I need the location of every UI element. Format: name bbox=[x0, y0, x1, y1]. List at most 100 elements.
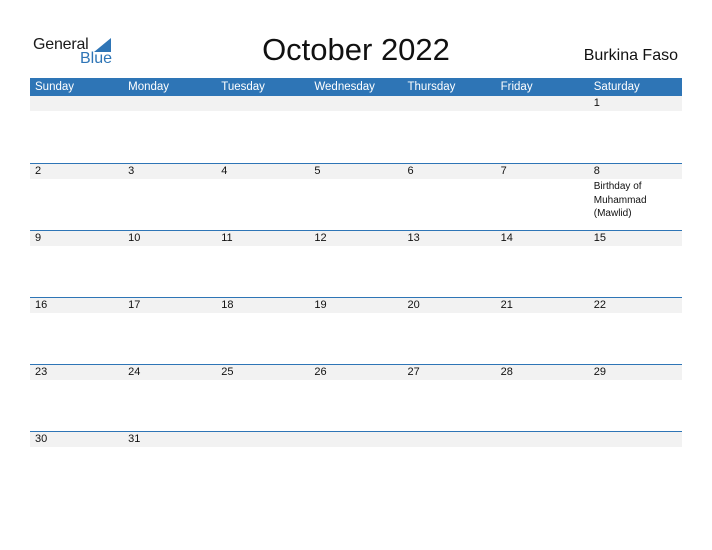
day-number: 10 bbox=[128, 232, 141, 244]
weekday-header: Sunday Monday Tuesday Wednesday Thursday… bbox=[30, 78, 682, 96]
day-cell: 24 bbox=[123, 365, 217, 431]
week-row: 16 17 18 19 20 21 22 bbox=[30, 297, 682, 364]
day-cell: 5 bbox=[309, 164, 403, 230]
day-cell: 30 bbox=[30, 432, 124, 498]
day-cell-band bbox=[216, 432, 310, 447]
day-cell: 22 bbox=[588, 298, 682, 364]
day-cell-band bbox=[495, 432, 589, 447]
holiday-event: Birthday of Muhammad (Mawlid) bbox=[593, 181, 647, 219]
day-cell-band bbox=[588, 432, 682, 447]
calendar-grid: 1 2 3 4 5 6 7 8 Birthday of Muhammad (Mawlid) 9 10… bbox=[30, 96, 682, 498]
day-cell-band bbox=[309, 96, 403, 111]
day-number: 1 bbox=[593, 97, 600, 109]
day-cell bbox=[588, 432, 682, 498]
day-cell: 12 bbox=[309, 231, 403, 297]
day-number: 9 bbox=[35, 232, 42, 244]
day-cell-band bbox=[402, 164, 496, 179]
week-row: 30 31 bbox=[30, 431, 682, 498]
day-number: 8 bbox=[593, 165, 600, 177]
day-cell: 17 bbox=[123, 298, 217, 364]
day-number: 20 bbox=[407, 299, 420, 311]
weekday-saturday: Saturday bbox=[593, 81, 640, 93]
weekday-thursday: Thursday bbox=[407, 81, 456, 93]
day-cell bbox=[402, 432, 496, 498]
day-cell: 26 bbox=[309, 365, 403, 431]
day-number: 25 bbox=[221, 366, 234, 378]
day-number: 11 bbox=[221, 232, 233, 244]
day-cell bbox=[309, 96, 403, 163]
day-cell bbox=[402, 96, 496, 163]
country-label: Burkina Faso bbox=[583, 47, 678, 64]
day-cell-band bbox=[402, 96, 496, 111]
day-cell: 10 bbox=[123, 231, 217, 297]
day-cell: 8 Birthday of Muhammad (Mawlid) bbox=[588, 164, 682, 230]
day-number: 22 bbox=[593, 299, 606, 311]
day-cell: 27 bbox=[402, 365, 496, 431]
day-number: 14 bbox=[500, 232, 513, 244]
day-cell: 31 bbox=[123, 432, 217, 498]
weekday-friday: Friday bbox=[500, 81, 533, 93]
day-number: 28 bbox=[500, 366, 513, 378]
day-number: 5 bbox=[314, 165, 321, 177]
day-cell-band bbox=[588, 96, 682, 111]
day-cell bbox=[216, 96, 310, 163]
week-row: 1 bbox=[30, 96, 682, 163]
day-cell-band bbox=[123, 164, 217, 179]
day-cell: 7 bbox=[495, 164, 589, 230]
day-number: 18 bbox=[221, 299, 234, 311]
day-cell bbox=[309, 432, 403, 498]
day-number: 13 bbox=[407, 232, 420, 244]
day-number: 17 bbox=[128, 299, 141, 311]
day-number: 6 bbox=[407, 165, 414, 177]
day-cell: 3 bbox=[123, 164, 217, 230]
day-number: 16 bbox=[35, 299, 48, 311]
day-cell bbox=[123, 96, 217, 163]
day-cell: 28 bbox=[495, 365, 589, 431]
day-number: 12 bbox=[314, 232, 327, 244]
day-cell: 29 bbox=[588, 365, 682, 431]
day-number: 7 bbox=[500, 165, 507, 177]
week-row: 23 24 25 26 27 28 29 bbox=[30, 364, 682, 431]
day-cell: 4 bbox=[216, 164, 310, 230]
day-cell bbox=[495, 96, 589, 163]
day-number: 30 bbox=[35, 433, 48, 445]
day-number: 15 bbox=[593, 232, 606, 244]
day-cell: 16 bbox=[30, 298, 124, 364]
day-cell-band bbox=[30, 231, 124, 246]
day-number: 4 bbox=[221, 165, 228, 177]
day-cell bbox=[216, 432, 310, 498]
day-cell: 14 bbox=[495, 231, 589, 297]
day-cell: 25 bbox=[216, 365, 310, 431]
day-cell: 6 bbox=[402, 164, 496, 230]
weekday-sunday: Sunday bbox=[35, 81, 75, 93]
day-number: 26 bbox=[314, 366, 327, 378]
day-cell: 20 bbox=[402, 298, 496, 364]
day-cell: 15 bbox=[588, 231, 682, 297]
day-cell-band bbox=[123, 96, 217, 111]
day-number: 24 bbox=[128, 366, 141, 378]
day-number: 27 bbox=[407, 366, 420, 378]
day-cell-band bbox=[588, 164, 682, 179]
day-cell bbox=[30, 96, 124, 163]
day-number: 23 bbox=[35, 366, 48, 378]
day-number: 29 bbox=[593, 366, 606, 378]
day-number: 19 bbox=[314, 299, 327, 311]
day-number: 2 bbox=[35, 165, 42, 177]
day-cell bbox=[495, 432, 589, 498]
day-number: 3 bbox=[128, 165, 135, 177]
week-row: 9 10 11 12 13 14 15 bbox=[30, 230, 682, 297]
day-cell: 1 bbox=[588, 96, 682, 163]
weekday-tuesday: Tuesday bbox=[221, 81, 265, 93]
day-cell-band bbox=[216, 164, 310, 179]
day-cell: 21 bbox=[495, 298, 589, 364]
day-cell-band bbox=[495, 96, 589, 111]
day-cell-band bbox=[495, 164, 589, 179]
day-cell: 18 bbox=[216, 298, 310, 364]
weekday-wednesday: Wednesday bbox=[314, 81, 375, 93]
day-cell-band bbox=[402, 432, 496, 447]
day-cell-band bbox=[216, 96, 310, 111]
day-cell-band bbox=[309, 432, 403, 447]
day-cell: 11 bbox=[216, 231, 310, 297]
day-number: 31 bbox=[128, 433, 141, 445]
day-cell: 19 bbox=[309, 298, 403, 364]
